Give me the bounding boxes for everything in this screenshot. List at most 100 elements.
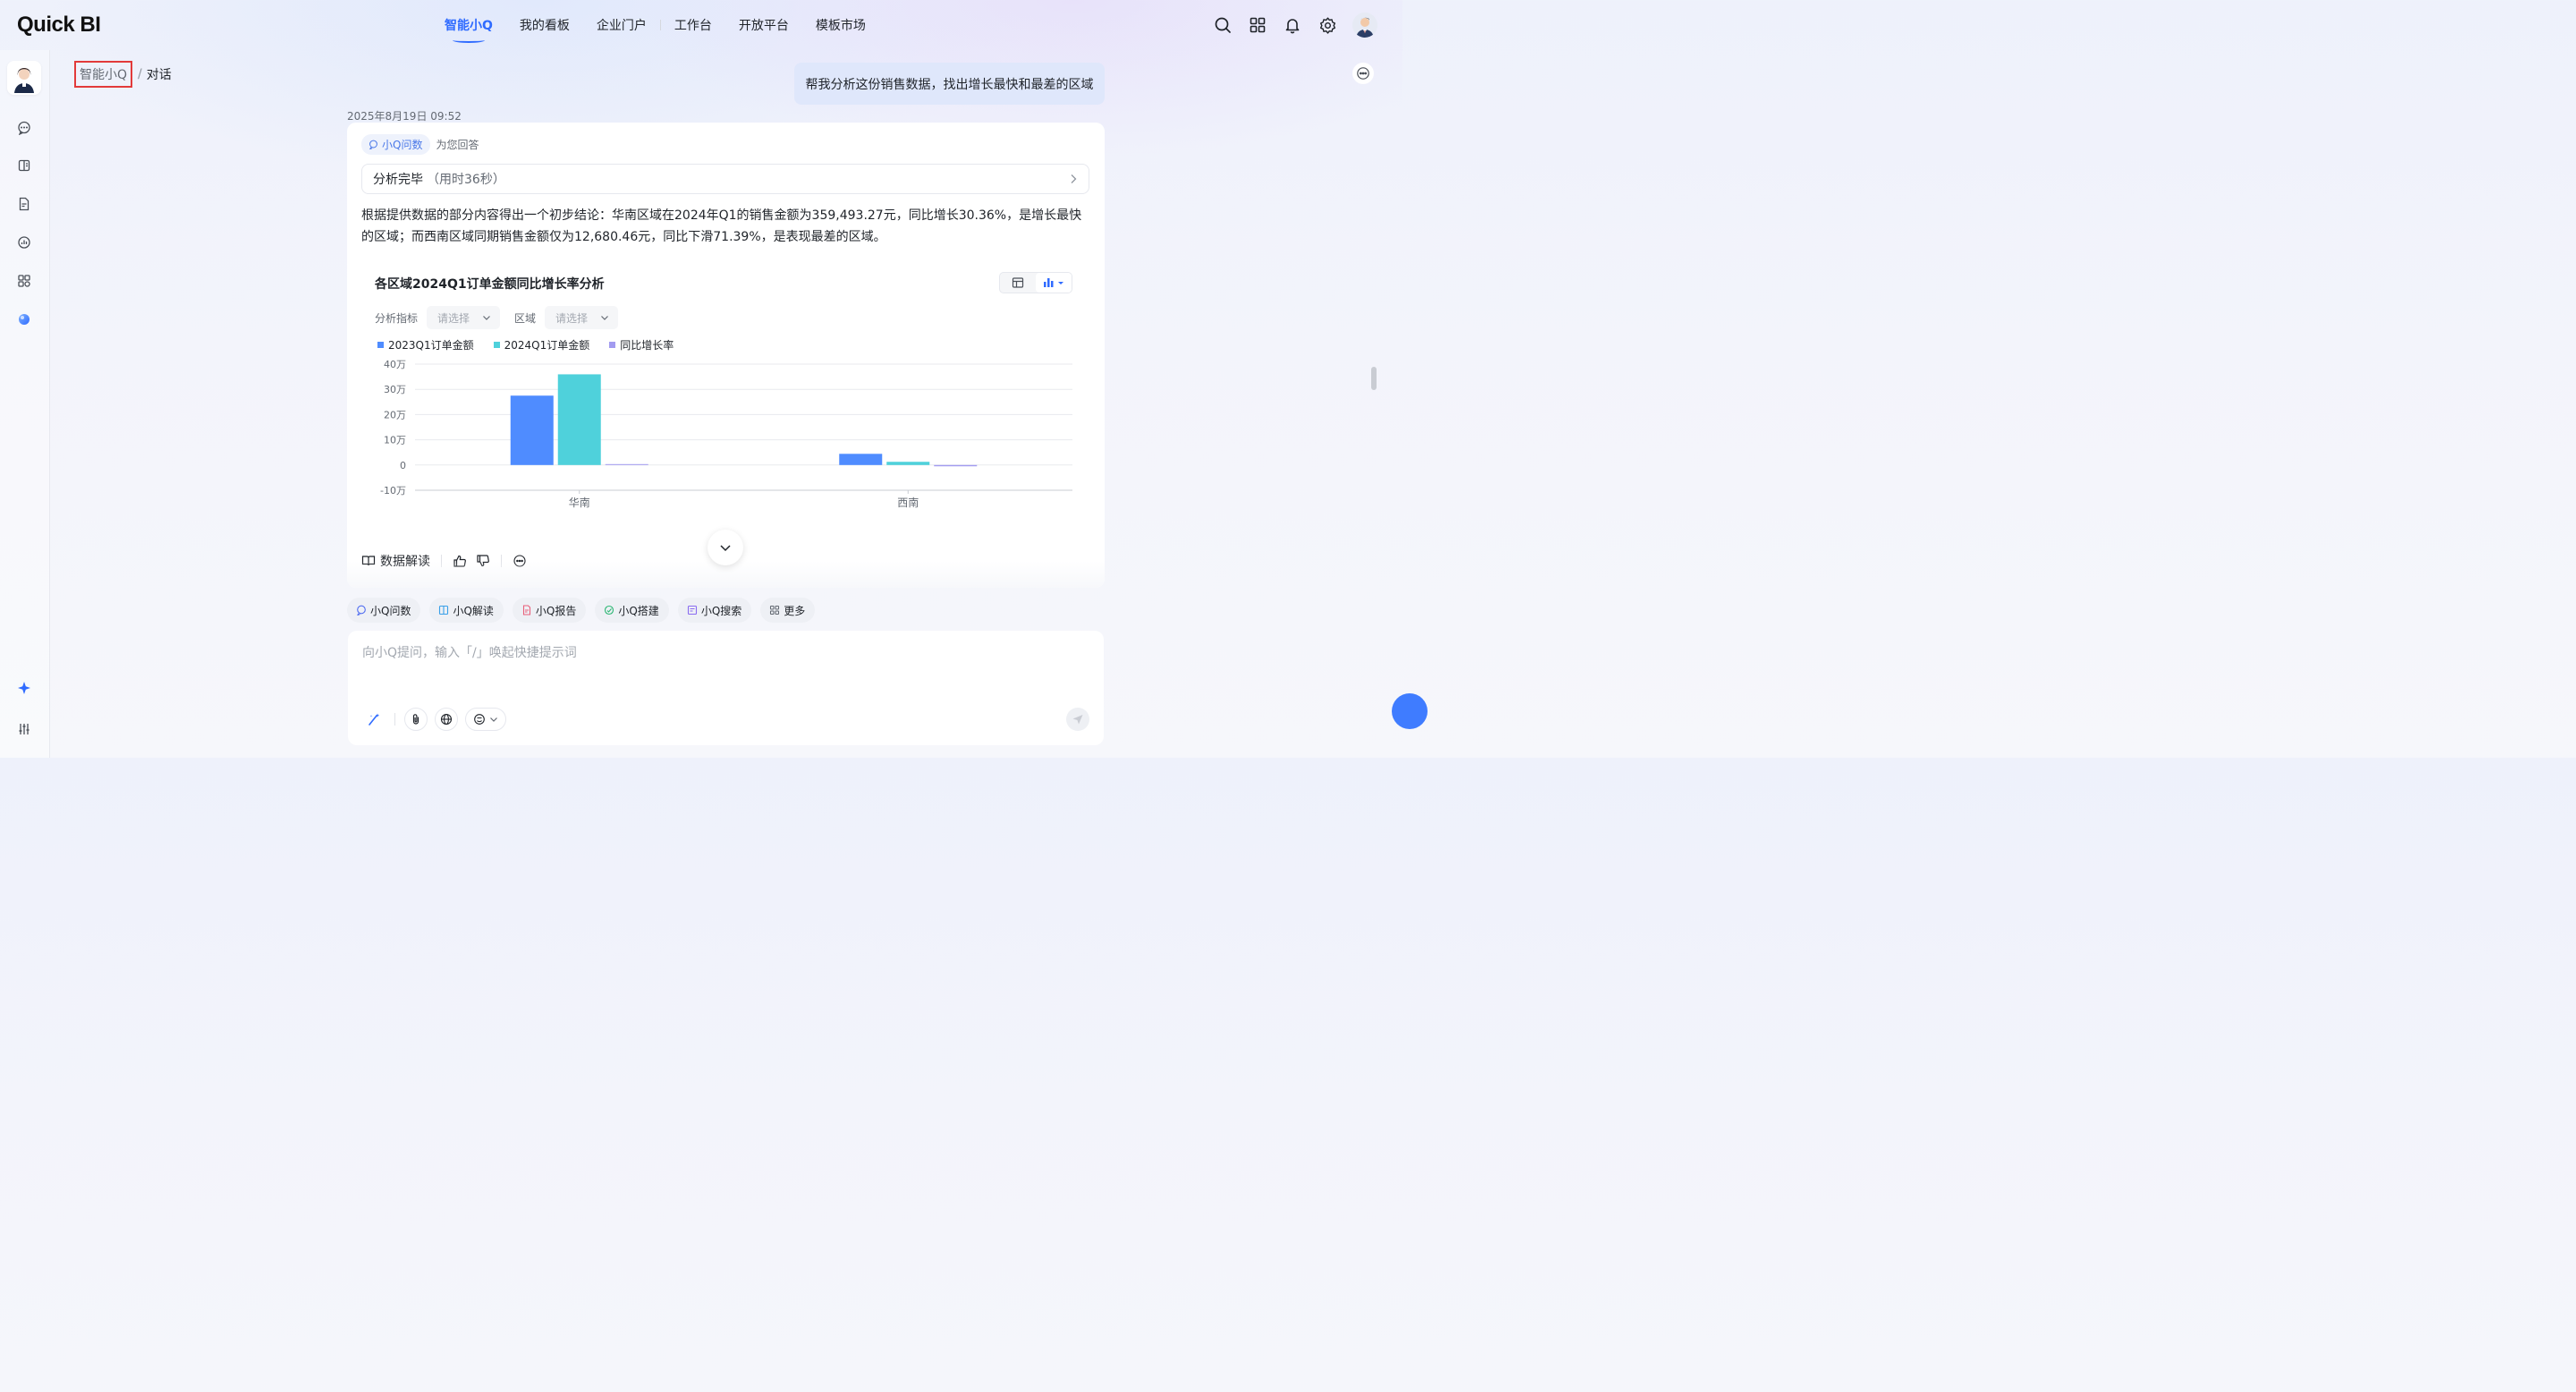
tool-report[interactable]: 小Q报告	[512, 598, 587, 623]
chevron-down-icon	[720, 545, 731, 552]
tool-interpret[interactable]: 小Q解读	[429, 598, 504, 623]
analysis-status[interactable]: 分析完毕 （用时36秒）	[361, 164, 1089, 194]
nav-item-portal[interactable]: 企业门户	[583, 16, 660, 34]
y-tick-label: 10万	[384, 435, 406, 446]
chart-filters: 分析指标 请选择 区域 请选择	[375, 306, 632, 329]
chat-input-placeholder[interactable]: 向小Q提问，输入「/」唤起快捷提示词	[362, 643, 577, 661]
agent-text: 为您回答	[436, 139, 479, 151]
quick-tools: 小Q问数 小Q解读 小Q报告 小Q搭建 小Q搜索 更多	[347, 598, 816, 623]
send-icon	[1072, 715, 1083, 725]
bar	[605, 463, 648, 465]
web-search-button[interactable]	[435, 708, 458, 731]
agent-tag-label: 小Q问数	[382, 139, 423, 151]
book-icon[interactable]	[14, 156, 34, 175]
sliders-icon[interactable]	[14, 719, 34, 739]
assistant-avatar[interactable]	[7, 61, 41, 95]
chart-view-button[interactable]	[1036, 273, 1072, 293]
left-sidebar	[0, 50, 50, 758]
agent-row: 小Q问数 为您回答	[361, 134, 479, 155]
app-logo[interactable]: Quick BI	[17, 13, 101, 38]
main-nav: 智能小Q 我的看板 企业门户 工作台 开放平台 模板市场	[431, 0, 879, 50]
message-timestamp: 2025年8月19日 09:52	[347, 110, 462, 123]
gear-icon[interactable]	[1318, 15, 1337, 35]
nav-item-xiaoq[interactable]: 智能小Q	[431, 16, 506, 43]
tool-label: 小Q报告	[535, 604, 577, 617]
tool-more[interactable]: 更多	[760, 598, 816, 623]
model-icon	[474, 714, 485, 725]
chat-query-icon	[369, 140, 377, 149]
bar	[886, 462, 930, 465]
y-tick-label: -10万	[380, 485, 406, 497]
apps-grid-icon[interactable]	[1248, 15, 1267, 35]
filter-region-placeholder: 请选择	[555, 311, 589, 325]
tool-query[interactable]: 小Q问数	[347, 598, 421, 623]
tool-label: 小Q搭建	[618, 604, 659, 617]
legend-swatch	[377, 342, 384, 348]
chat-icon[interactable]	[14, 118, 34, 138]
tool-search[interactable]: 小Q搜索	[677, 598, 752, 623]
bar	[557, 374, 601, 465]
toolbar-divider	[394, 713, 395, 726]
y-tick-label: 20万	[384, 409, 406, 420]
page-scrollbar[interactable]	[1371, 367, 1377, 390]
floating-assistant-button[interactable]	[1392, 693, 1428, 729]
top-header: Quick BI 智能小Q 我的看板 企业门户 工作台 开放平台 模板市场	[0, 0, 1402, 50]
nav-item-template-market[interactable]: 模板市场	[802, 16, 879, 34]
header-actions	[1213, 13, 1377, 38]
breadcrumb: 智能小Q / 对话	[74, 61, 172, 88]
analysis-icon[interactable]	[14, 233, 34, 252]
breadcrumb-separator: /	[138, 67, 142, 81]
report-icon[interactable]	[14, 194, 34, 214]
tool-label: 更多	[784, 604, 806, 617]
tool-build[interactable]: 小Q搭建	[595, 598, 669, 623]
bar-chart: 40万 30万 20万 10万 0 -10万华南 西南	[380, 359, 1072, 509]
sparkle-icon[interactable]	[14, 678, 34, 698]
legend-swatch	[609, 342, 616, 348]
send-button[interactable]	[1066, 708, 1089, 731]
chevron-down-icon	[601, 316, 608, 320]
filter-region-select[interactable]: 请选择	[545, 306, 619, 329]
tool-label: 小Q问数	[370, 604, 411, 617]
user-message: 帮我分析这份销售数据，找出增长最快和最差的区域	[794, 63, 1105, 105]
search-icon[interactable]	[1213, 15, 1233, 35]
nav-item-workbench[interactable]: 工作台	[661, 16, 725, 34]
attachment-button[interactable]	[404, 708, 428, 731]
breadcrumb-current: 对话	[146, 68, 172, 82]
tool-label: 小Q解读	[453, 604, 494, 617]
y-tick-label: 40万	[384, 359, 406, 370]
table-view-button[interactable]	[1000, 273, 1036, 293]
model-select-button[interactable]	[465, 708, 506, 731]
more-grid-icon	[770, 605, 780, 615]
bar	[934, 464, 978, 467]
view-toggle	[999, 272, 1072, 293]
chat-input-box[interactable]: 向小Q提问，输入「/」唤起快捷提示词	[348, 631, 1104, 745]
ball-icon[interactable]	[14, 310, 34, 329]
legend-swatch	[493, 342, 500, 348]
bar-chart-icon	[1044, 278, 1063, 287]
search-doc-icon	[687, 605, 697, 615]
agent-tag[interactable]: 小Q问数	[361, 134, 431, 155]
tool-label: 小Q搜索	[700, 604, 742, 617]
filter-metric-label: 分析指标	[375, 311, 419, 325]
nav-item-dashboard[interactable]: 我的看板	[506, 16, 583, 34]
filter-region-label: 区域	[514, 311, 537, 325]
chart-title: 各区域2024Q1订单金额同比增长率分析	[375, 277, 605, 292]
apps-icon[interactable]	[14, 271, 34, 291]
filter-metric-placeholder: 请选择	[437, 311, 470, 325]
table-icon	[1012, 277, 1024, 288]
more-options-icon[interactable]	[1352, 63, 1374, 84]
chevron-right-icon	[1071, 174, 1077, 183]
user-avatar[interactable]	[1352, 13, 1377, 38]
magic-wand-icon[interactable]	[362, 708, 386, 731]
report-icon	[522, 605, 530, 615]
filter-metric-select[interactable]: 请选择	[427, 306, 501, 329]
build-icon	[605, 605, 614, 615]
breadcrumb-root[interactable]: 智能小Q	[74, 61, 133, 88]
x-tick-label: 华南	[569, 496, 590, 509]
scroll-down-button[interactable]	[708, 530, 743, 565]
nav-item-open-platform[interactable]: 开放平台	[725, 16, 802, 34]
input-toolbar	[362, 708, 506, 731]
answer-card: 小Q问数 为您回答 分析完毕 （用时36秒） 根据提供数据的部分内容得出一个初步…	[347, 123, 1105, 588]
paperclip-icon	[412, 714, 419, 725]
bell-icon[interactable]	[1283, 15, 1302, 35]
